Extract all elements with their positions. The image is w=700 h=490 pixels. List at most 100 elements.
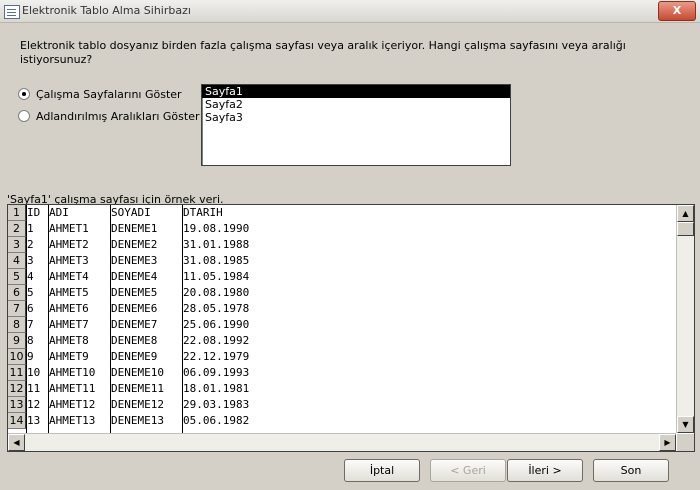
row-number: 10 bbox=[8, 349, 26, 365]
sheet-list[interactable]: Sayfa1 Sayfa2 Sayfa3 bbox=[201, 84, 511, 166]
option-show-named-ranges[interactable]: Adlandırılmış Aralıkları Göster bbox=[18, 108, 200, 124]
table-cell: ADI bbox=[49, 206, 69, 219]
column-separator bbox=[26, 205, 27, 433]
cancel-button[interactable]: İptal bbox=[344, 459, 420, 482]
row-number: 5 bbox=[8, 269, 26, 285]
back-button[interactable]: < Geri bbox=[430, 459, 506, 482]
table-cell: AHMET1 bbox=[49, 222, 89, 235]
next-button[interactable]: İleri > bbox=[507, 459, 583, 482]
row-number: 12 bbox=[8, 381, 26, 397]
table-row: 2 1 AHMET1 DENEME1 19.08.1990 bbox=[8, 221, 676, 237]
window-icon[interactable] bbox=[4, 5, 20, 19]
table-cell: ID bbox=[27, 206, 41, 219]
table-cell: DENEME2 bbox=[111, 238, 158, 251]
table-cell: 10 bbox=[27, 366, 41, 379]
table-cell: DENEME10 bbox=[111, 366, 164, 379]
row-number: 14 bbox=[8, 413, 26, 429]
option-show-worksheets[interactable]: Çalışma Sayfalarını Göster bbox=[18, 86, 182, 102]
table-cell: 4 bbox=[27, 270, 34, 283]
table-row: 12 11 AHMET11 DENEME11 18.01.1981 bbox=[8, 381, 676, 397]
table-cell: DENEME8 bbox=[111, 334, 158, 347]
table-cell: AHMET11 bbox=[49, 382, 96, 395]
column-separator bbox=[182, 205, 183, 433]
sample-data-grid[interactable]: 1 ID ADI SOYADI DTARIH 2 1 AHMET1 DENEME1 19.08.1… bbox=[7, 204, 695, 452]
table-cell: DENEME9 bbox=[111, 350, 158, 363]
row-number: 11 bbox=[8, 365, 26, 381]
scroll-right-icon[interactable]: ▶ bbox=[659, 434, 676, 451]
close-button[interactable]: X bbox=[658, 1, 696, 21]
table-cell: DENEME12 bbox=[111, 398, 164, 411]
row-number: 13 bbox=[8, 397, 26, 413]
row-number: 9 bbox=[8, 333, 26, 349]
table-cell: AHMET7 bbox=[49, 318, 89, 331]
table-cell: DTARIH bbox=[183, 206, 223, 219]
table-cell: 5 bbox=[27, 286, 34, 299]
table-cell: AHMET3 bbox=[49, 254, 89, 267]
table-cell: 2 bbox=[27, 238, 34, 251]
table-cell: 31.01.1988 bbox=[183, 238, 250, 251]
table-cell: DENEME4 bbox=[111, 270, 158, 283]
table-cell: SOYADI bbox=[111, 206, 151, 219]
option-label: Adlandırılmış Aralıkları Göster bbox=[36, 109, 200, 123]
table-cell: 29.03.1983 bbox=[183, 398, 250, 411]
table-row: 13 12 AHMET12 DENEME12 29.03.1983 bbox=[8, 397, 676, 413]
scrollbar-corner bbox=[677, 434, 694, 451]
table-cell: 3 bbox=[27, 254, 34, 267]
table-cell: 18.01.1981 bbox=[183, 382, 250, 395]
table-cell: 25.06.1990 bbox=[183, 318, 250, 331]
radio-button-checked[interactable] bbox=[18, 88, 30, 100]
intro-text: Elektronik tablo dosyanız birden fazla ç… bbox=[20, 39, 626, 66]
table-cell: 20.08.1980 bbox=[183, 286, 250, 299]
table-cell: 11.05.1984 bbox=[183, 270, 250, 283]
table-cell: 22.12.1979 bbox=[183, 350, 250, 363]
table-cell: 9 bbox=[27, 350, 34, 363]
row-number: 8 bbox=[8, 317, 26, 333]
table-cell: AHMET10 bbox=[49, 366, 96, 379]
table-cell: DENEME7 bbox=[111, 318, 158, 331]
vertical-scroll-thumb[interactable] bbox=[677, 222, 694, 236]
scroll-left-icon[interactable]: ◀ bbox=[8, 434, 25, 451]
table-cell: DENEME5 bbox=[111, 286, 158, 299]
table-row: 9 8 AHMET8 DENEME8 22.08.1992 bbox=[8, 333, 676, 349]
finish-button[interactable]: Son bbox=[593, 459, 669, 482]
table-row: 11 10 AHMET10 DENEME10 06.09.1993 bbox=[8, 365, 676, 381]
table-cell: 28.05.1978 bbox=[183, 302, 250, 315]
table-row: 8 7 AHMET7 DENEME7 25.06.1990 bbox=[8, 317, 676, 333]
sheet-item[interactable]: Sayfa3 bbox=[202, 111, 510, 124]
table-cell: AHMET4 bbox=[49, 270, 89, 283]
radio-button[interactable] bbox=[18, 110, 30, 122]
row-number: 4 bbox=[8, 253, 26, 269]
title-bar: Elektronik Tablo Alma Sihirbazı X bbox=[0, 0, 700, 23]
table-cell: 11 bbox=[27, 382, 41, 395]
scroll-down-icon[interactable]: ▼ bbox=[677, 416, 694, 433]
vertical-scrollbar[interactable]: ▲ ▼ bbox=[676, 205, 694, 433]
column-separator bbox=[110, 205, 111, 433]
row-number: 6 bbox=[8, 285, 26, 301]
table-cell: 19.08.1990 bbox=[183, 222, 250, 235]
row-number: 1 bbox=[8, 205, 26, 221]
table-cell: DENEME11 bbox=[111, 382, 164, 395]
table-row: 1 ID ADI SOYADI DTARIH bbox=[8, 205, 676, 221]
table-cell: AHMET9 bbox=[49, 350, 89, 363]
grid-body: 1 ID ADI SOYADI DTARIH 2 1 AHMET1 DENEME1 19.08.1… bbox=[8, 205, 676, 433]
sheet-item[interactable]: Sayfa1 bbox=[202, 85, 510, 98]
table-cell: 1 bbox=[27, 222, 34, 235]
sheet-item[interactable]: Sayfa2 bbox=[202, 98, 510, 111]
row-number: 3 bbox=[8, 237, 26, 253]
table-cell: 05.06.1982 bbox=[183, 414, 250, 427]
table-cell: DENEME3 bbox=[111, 254, 158, 267]
horizontal-scrollbar[interactable]: ◀ ▶ bbox=[8, 433, 676, 451]
table-row: 3 2 AHMET2 DENEME2 31.01.1988 bbox=[8, 237, 676, 253]
table-row: 5 4 AHMET4 DENEME4 11.05.1984 bbox=[8, 269, 676, 285]
row-number: 2 bbox=[8, 221, 26, 237]
table-cell: 06.09.1993 bbox=[183, 366, 250, 379]
table-cell: AHMET8 bbox=[49, 334, 89, 347]
row-number: 7 bbox=[8, 301, 26, 317]
table-cell: 22.08.1992 bbox=[183, 334, 250, 347]
table-row: 10 9 AHMET9 DENEME9 22.12.1979 bbox=[8, 349, 676, 365]
table-cell: 12 bbox=[27, 398, 41, 411]
table-row: 6 5 AHMET5 DENEME5 20.08.1980 bbox=[8, 285, 676, 301]
table-cell: 8 bbox=[27, 334, 34, 347]
option-label: Çalışma Sayfalarını Göster bbox=[36, 87, 182, 101]
scroll-up-icon[interactable]: ▲ bbox=[677, 205, 694, 222]
